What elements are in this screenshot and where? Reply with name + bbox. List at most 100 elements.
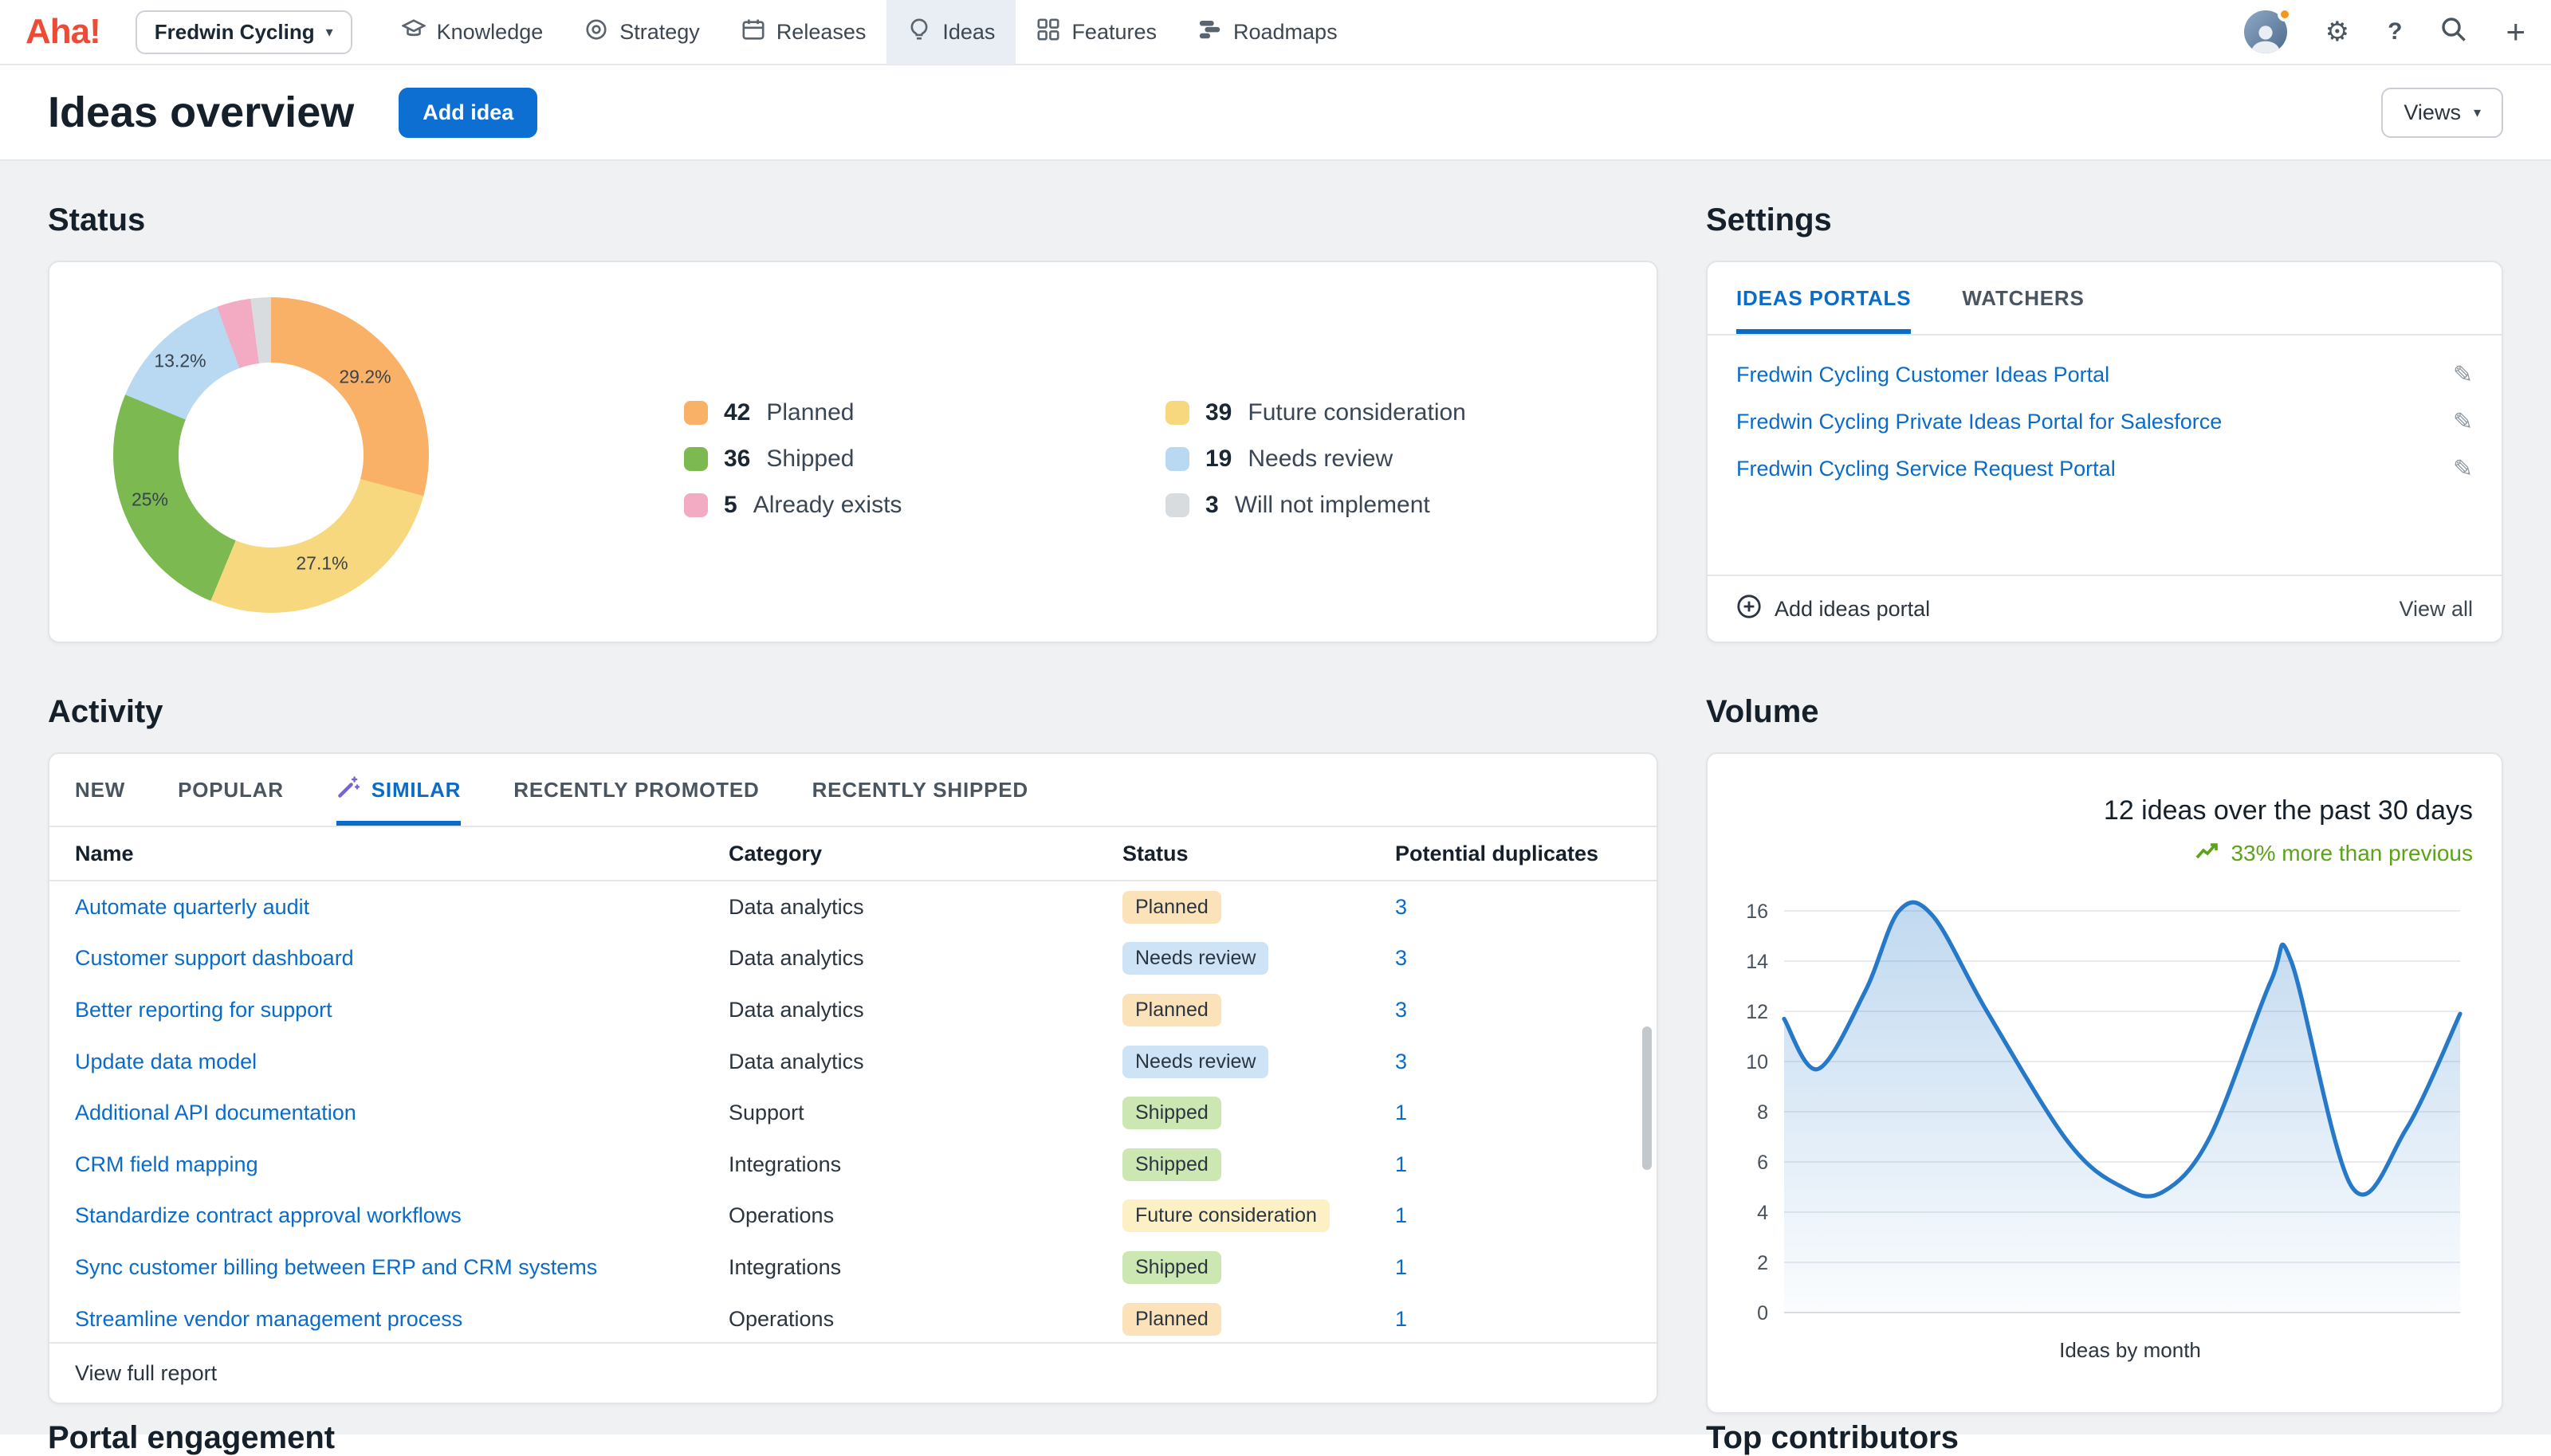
idea-link[interactable]: Standardize contract approval workflows — [75, 1203, 729, 1228]
duplicates-link[interactable]: 3 — [1395, 1050, 1631, 1074]
svg-text:12: 12 — [1746, 1001, 1768, 1023]
nav-item-features[interactable]: Features — [1016, 0, 1177, 65]
edit-pencil-icon[interactable]: ✎ — [2453, 455, 2473, 483]
tab-recently-shipped[interactable]: RECENTLY SHIPPED — [812, 754, 1028, 826]
legend-swatch — [1165, 447, 1189, 471]
status-badge: Shipped — [1122, 1097, 1221, 1129]
add-icon[interactable]: + — [2506, 15, 2525, 49]
portal-link[interactable]: Fredwin Cycling Customer Ideas Portal — [1736, 363, 2109, 387]
legend-count: 42 — [724, 399, 750, 426]
status-badge: Needs review — [1122, 1046, 1268, 1078]
duplicates-link[interactable]: 1 — [1395, 1152, 1631, 1177]
table-row: Standardize contract approval workflows … — [49, 1191, 1657, 1242]
settings-card: IDEAS PORTALS WATCHERS Fredwin Cycling C… — [1706, 261, 2503, 643]
idea-link[interactable]: Update data model — [75, 1050, 729, 1074]
top-nav: Aha! Fredwin Cycling ▾ Knowledge Strateg… — [0, 0, 2551, 65]
duplicates-link[interactable]: 3 — [1395, 946, 1631, 971]
volume-title: 12 ideas over the past 30 days — [1736, 795, 2473, 826]
nav-item-knowledge[interactable]: Knowledge — [381, 0, 564, 65]
tab-watchers[interactable]: WATCHERS — [1962, 262, 2084, 334]
gear-icon[interactable]: ⚙ — [2325, 18, 2349, 45]
legend-swatch — [1165, 493, 1189, 517]
nav-item-releases[interactable]: Releases — [721, 0, 887, 65]
legend-item: 5 Already exists — [684, 492, 1165, 519]
status-badge: Shipped — [1122, 1148, 1221, 1181]
volume-delta: 33% more than previous — [1736, 841, 2473, 866]
knowledge-icon — [402, 18, 426, 47]
legend-label: Shipped — [766, 445, 854, 473]
settings-footer: Add ideas portal View all — [1708, 575, 2502, 642]
portal-link[interactable]: Fredwin Cycling Service Request Portal — [1736, 457, 2116, 481]
table-row: CRM field mapping Integrations Shipped 1 — [49, 1139, 1657, 1191]
settings-tabs: IDEAS PORTALS WATCHERS — [1708, 262, 2502, 336]
duplicates-link[interactable]: 1 — [1395, 1307, 1631, 1332]
nav-right-icons: ⚙ ? + — [2244, 10, 2525, 53]
table-scrollbar[interactable] — [1642, 1026, 1652, 1170]
table-header: Name Category Status Potential duplicate… — [49, 827, 1657, 881]
svg-text:2: 2 — [1757, 1252, 1768, 1274]
view-all-link[interactable]: View all — [2399, 597, 2473, 622]
duplicates-link[interactable]: 1 — [1395, 1203, 1631, 1228]
tab-label: SIMILAR — [371, 778, 461, 803]
idea-category: Data analytics — [729, 895, 1122, 920]
idea-link[interactable]: Automate quarterly audit — [75, 895, 729, 920]
nav-item-strategy[interactable]: Strategy — [564, 0, 721, 65]
add-ideas-portal-button[interactable]: Add ideas portal — [1736, 594, 1930, 625]
tab-popular[interactable]: POPULAR — [178, 754, 284, 826]
search-icon[interactable] — [2440, 16, 2467, 48]
table-row: Sync customer billing between ERP and CR… — [49, 1242, 1657, 1293]
duplicates-link[interactable]: 3 — [1395, 895, 1631, 920]
add-idea-button[interactable]: Add idea — [399, 88, 537, 138]
view-full-report-link[interactable]: View full report — [75, 1361, 217, 1386]
col-status: Status — [1122, 842, 1395, 866]
nav-item-label: Ideas — [942, 20, 995, 45]
donut-pct-future: 27.1% — [296, 553, 348, 575]
idea-link[interactable]: Better reporting for support — [75, 998, 729, 1022]
edit-pencil-icon[interactable]: ✎ — [2453, 361, 2473, 389]
legend-label: Will not implement — [1235, 492, 1430, 519]
idea-link[interactable]: Additional API documentation — [75, 1101, 729, 1125]
workspace-selector[interactable]: Fredwin Cycling ▾ — [136, 10, 352, 54]
tab-similar[interactable]: SIMILAR — [336, 754, 461, 826]
idea-link[interactable]: CRM field mapping — [75, 1152, 729, 1177]
views-button[interactable]: Views ▾ — [2381, 88, 2503, 138]
idea-category: Operations — [729, 1307, 1122, 1332]
idea-category: Data analytics — [729, 946, 1122, 971]
legend-swatch — [684, 447, 708, 471]
idea-category: Operations — [729, 1203, 1122, 1228]
strategy-icon — [584, 18, 608, 47]
nav-item-ideas[interactable]: Ideas — [886, 0, 1016, 65]
settings-heading: Settings — [1706, 202, 2503, 238]
idea-category: Integrations — [729, 1255, 1122, 1280]
col-name: Name — [75, 842, 729, 866]
tab-new[interactable]: NEW — [75, 754, 125, 826]
trend-up-icon — [2195, 841, 2219, 866]
portal-row: Fredwin Cycling Private Ideas Portal for… — [1736, 398, 2473, 445]
portal-link[interactable]: Fredwin Cycling Private Ideas Portal for… — [1736, 410, 2222, 434]
aha-logo[interactable]: Aha! — [26, 12, 100, 52]
activity-footer: View full report — [49, 1342, 1657, 1403]
help-icon[interactable]: ? — [2388, 20, 2402, 44]
legend-item: 3 Will not implement — [1165, 492, 1647, 519]
legend-count: 39 — [1205, 399, 1232, 426]
nav-item-label: Releases — [776, 20, 867, 45]
tab-ideas-portals[interactable]: IDEAS PORTALS — [1736, 262, 1911, 334]
tab-recently-promoted[interactable]: RECENTLY PROMOTED — [513, 754, 759, 826]
table-row: Better reporting for support Data analyt… — [49, 984, 1657, 1036]
col-duplicates: Potential duplicates — [1395, 842, 1631, 866]
status-legend: 42 Planned 36 Shipped 5 Already exists — [684, 399, 1647, 519]
edit-pencil-icon[interactable]: ✎ — [2453, 408, 2473, 436]
nav-item-label: Knowledge — [437, 20, 544, 45]
user-avatar[interactable] — [2244, 10, 2287, 53]
svg-text:0: 0 — [1757, 1302, 1768, 1325]
idea-link[interactable]: Customer support dashboard — [75, 946, 729, 971]
volume-card: 12 ideas over the past 30 days 33% more … — [1706, 752, 2503, 1414]
duplicates-link[interactable]: 3 — [1395, 998, 1631, 1022]
nav-item-roadmaps[interactable]: Roadmaps — [1177, 0, 1358, 65]
duplicates-link[interactable]: 1 — [1395, 1255, 1631, 1280]
duplicates-link[interactable]: 1 — [1395, 1101, 1631, 1125]
idea-link[interactable]: Sync customer billing between ERP and CR… — [75, 1255, 729, 1280]
svg-text:6: 6 — [1757, 1152, 1768, 1174]
status-badge: Planned — [1122, 891, 1221, 924]
idea-link[interactable]: Streamline vendor management process — [75, 1307, 729, 1332]
